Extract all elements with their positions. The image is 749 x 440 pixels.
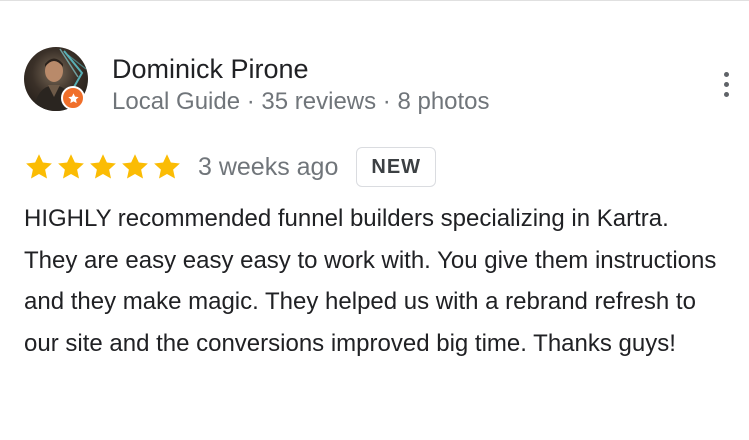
local-guide-star-icon [67,92,79,103]
rating-row: 3 weeks ago NEW [24,146,437,188]
star-icon [26,154,52,179]
star-rating [24,152,182,182]
reviewer-name[interactable]: Dominick Pirone [112,52,309,86]
star-icon [58,154,84,179]
review-text: HIGHLY recommended funnel builders speci… [24,205,717,357]
local-guide-badge [61,86,85,110]
review-card: Dominick Pirone Local Guide · 35 reviews… [0,0,749,440]
new-badge: NEW [356,147,437,187]
review-time: 3 weeks ago [198,152,339,181]
star-icon [154,154,180,179]
reviewer-meta: Local Guide · 35 reviews · 8 photos [112,88,490,115]
more-vert-icon [723,71,729,77]
more-options-button[interactable] [712,64,740,104]
star-icon [122,154,148,179]
star-icon [90,154,116,179]
